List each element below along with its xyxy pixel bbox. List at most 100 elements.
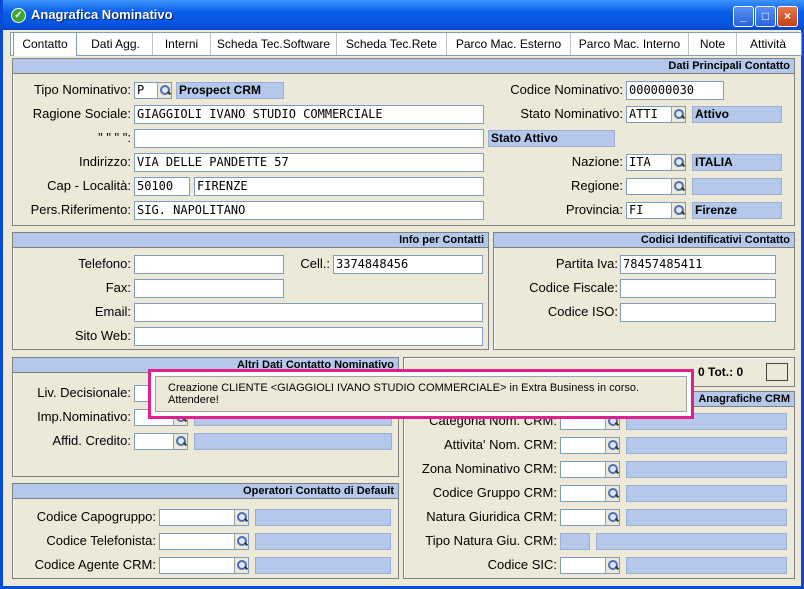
zona-lookup[interactable] [560,461,620,478]
zona-label: Zona Nominativo CRM: [421,461,557,476]
codice-fiscale-label: Codice Fiscale: [529,280,618,295]
sito-web-field[interactable] [134,327,483,346]
tot-box[interactable] [766,363,788,381]
codici-header: Codici Identificativi Contatto [494,233,794,248]
search-icon[interactable] [671,179,685,194]
tab-contatto[interactable]: Contatto [13,32,77,56]
operatori-header: Operatori Contatto di Default [13,484,398,499]
search-icon[interactable] [605,486,619,501]
nazione-desc: ITALIA [692,154,782,171]
tab-interni[interactable]: Interni [153,33,211,55]
natura-desc [626,509,787,526]
search-icon[interactable] [671,155,685,170]
search-icon[interactable] [605,558,619,573]
telefonista-lookup[interactable] [159,533,249,550]
codici-panel: Codici Identificativi Contatto Partita I… [493,232,795,350]
provincia-value: FI [629,203,644,217]
tab-attivita[interactable]: Attività [737,33,799,55]
tab-scheda-tec-rete[interactable]: Scheda Tec.Rete [337,33,447,55]
nazione-label: Nazione: [571,154,623,169]
tot-counter: 0 Tot.: 0 [698,365,744,379]
fax-field[interactable] [134,279,284,298]
window-title: Anagrafica Nominativo [31,7,173,22]
sic-desc [626,557,787,574]
tipo-nominativo-lookup[interactable]: P [134,82,172,99]
stato-attivo-badge: Stato Attivo [488,130,615,147]
tipo-nominativo-value: P [137,83,145,97]
search-icon[interactable] [234,510,248,525]
sito-web-label: Sito Web: [74,328,131,343]
codice-nominativo-label: Codice Nominativo: [510,82,623,97]
cell-field[interactable]: 3374848456 [333,255,483,274]
ragione-sociale-field[interactable]: GIAGGIOLI IVANO STUDIO COMMERCIALE [134,105,484,124]
provincia-desc: Firenze [692,202,782,219]
affid-credito-lookup[interactable] [134,433,188,450]
close-button[interactable]: × [777,6,798,27]
attivita-desc [626,437,787,454]
attivita-label: Attivita' Nom. CRM: [444,437,557,452]
pers-riferimento-field[interactable]: SIG. NAPOLITANO [134,201,484,220]
natura-lookup[interactable] [560,509,620,526]
stato-nominativo-desc: Attivo [692,106,782,123]
tipo-natura-desc [596,533,787,550]
search-icon[interactable] [605,438,619,453]
pers-riferimento-label: Pers.Riferimento: [30,202,131,217]
capogruppo-label: Codice Capogruppo: [36,509,156,524]
search-icon[interactable] [234,534,248,549]
tab-scheda-tec-software[interactable]: Scheda Tec.Software [211,33,337,55]
maximize-button[interactable]: □ [755,6,776,27]
ragione-sociale-label: Ragione Sociale: [32,106,131,121]
tab-parco-mac-esterno[interactable]: Parco Mac. Esterno [447,33,571,55]
gruppo-desc [626,485,787,502]
sic-label: Codice SIC: [487,557,557,572]
indirizzo-field[interactable]: VIA DELLE PANDETTE 57 [134,153,484,172]
search-icon[interactable] [157,83,171,98]
affid-credito-desc [194,433,392,450]
sic-lookup[interactable] [560,557,620,574]
search-icon[interactable] [605,510,619,525]
gruppo-lookup[interactable] [560,485,620,502]
cap-localita-label: Cap - Località: [47,178,131,193]
stato-nominativo-lookup[interactable]: ATTI [626,106,686,123]
regione-lookup[interactable] [626,178,686,195]
provincia-label: Provincia: [565,202,623,217]
tab-note[interactable]: Note [689,33,737,55]
codice-nominativo-field[interactable]: 000000030 [626,81,724,100]
cap-field[interactable]: 50100 [134,177,190,196]
natura-label: Natura Giuridica CRM: [426,509,557,524]
zona-desc [626,461,787,478]
title-bar[interactable]: ✓ Anagrafica Nominativo _ □ × [3,0,804,30]
capogruppo-desc [255,509,391,526]
telefonista-desc [255,533,391,550]
agente-desc [255,557,391,574]
dati-principali-header: Dati Principali Contatto [13,59,794,74]
partita-iva-field[interactable]: 78457485411 [620,255,776,274]
localita-field[interactable]: FIRENZE [194,177,484,196]
affid-credito-label: Affid. Credito: [52,433,131,448]
email-field[interactable] [134,303,483,322]
search-icon[interactable] [671,107,685,122]
capogruppo-lookup[interactable] [159,509,249,526]
search-icon[interactable] [605,462,619,477]
tab-parco-mac-interno[interactable]: Parco Mac. Interno [571,33,689,55]
telefono-field[interactable] [134,255,284,274]
codice-iso-field[interactable] [620,303,776,322]
search-icon[interactable] [234,558,248,573]
liv-decisionale-label: Liv. Decisionale: [37,385,131,400]
search-icon[interactable] [671,203,685,218]
nazione-lookup[interactable]: ITA [626,154,686,171]
tab-dati-agg[interactable]: Dati Agg. [79,33,153,55]
search-icon[interactable] [173,434,187,449]
codice-fiscale-field[interactable] [620,279,776,298]
regione-desc [692,178,782,195]
ragione-sociale-cont-field[interactable] [134,129,484,148]
regione-label: Regione: [570,178,623,193]
telefono-label: Telefono: [78,256,131,271]
stato-nominativo-label: Stato Nominativo: [520,106,623,121]
minimize-button[interactable]: _ [733,6,754,27]
info-contatti-panel: Info per Contatti Telefono: Cell.: 33748… [12,232,489,350]
provincia-lookup[interactable]: FI [626,202,686,219]
codice-iso-label: Codice ISO: [547,304,618,319]
agente-lookup[interactable] [159,557,249,574]
attivita-lookup[interactable] [560,437,620,454]
